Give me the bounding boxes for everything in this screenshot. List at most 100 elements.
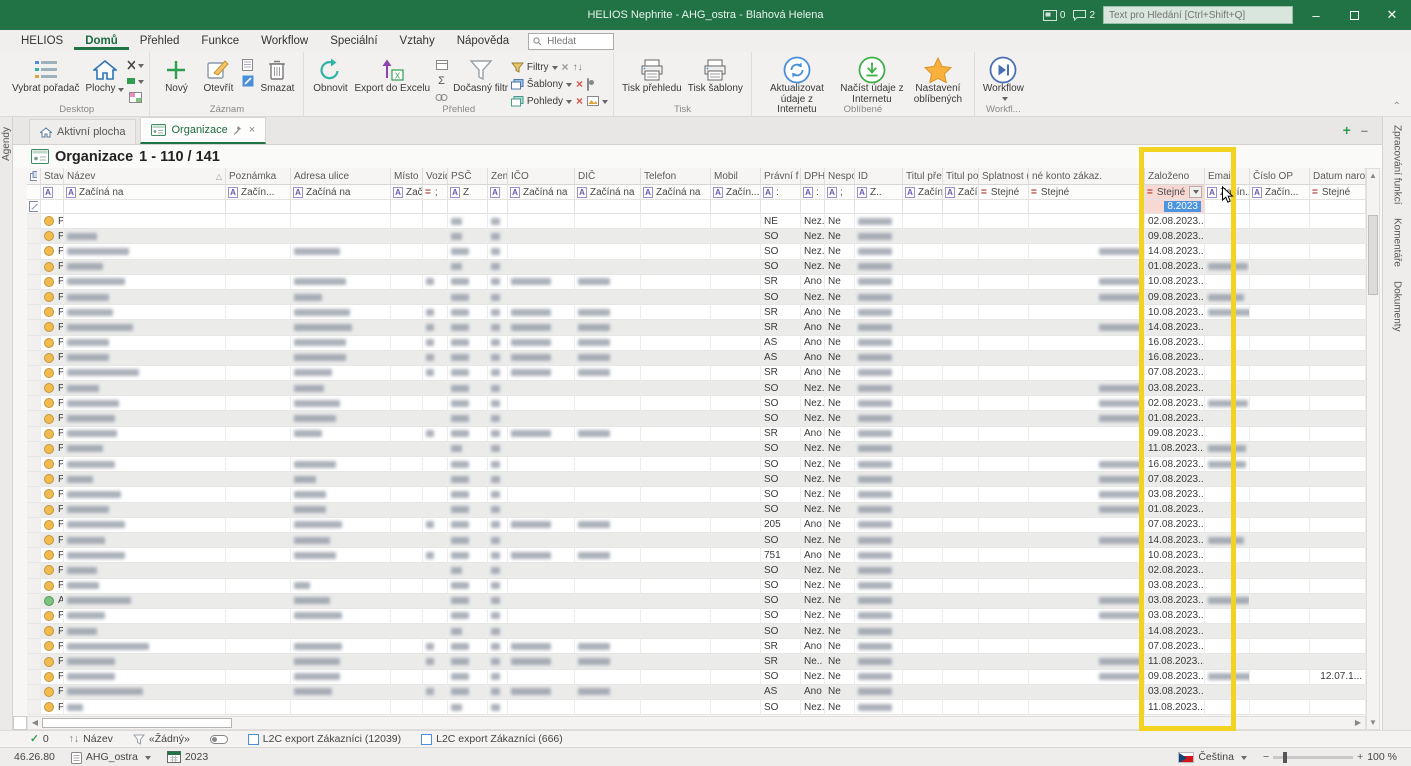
column-header-titul_po[interactable]: Titul po (943, 168, 979, 185)
checkbox-icon[interactable] (421, 734, 432, 745)
filter-type-id[interactable]: AZ.. (855, 185, 903, 200)
side-tab-dokumenty[interactable]: Dokumenty (1392, 281, 1403, 332)
column-header-adresa[interactable]: Adresa ulice (291, 168, 391, 185)
menu-item-funkce[interactable]: Funkce (190, 35, 250, 47)
side-tab-zpracov-n-funkc-[interactable]: Zpracování funkcí (1392, 125, 1403, 204)
filter-type-psc[interactable]: AZ (448, 185, 488, 200)
filter-value-splatnost[interactable] (979, 200, 1029, 214)
column-header-ico[interactable]: IČO (508, 168, 575, 185)
filter-type-ico[interactable]: AZačíná na (508, 185, 575, 200)
column-header-dic[interactable]: DIČ (575, 168, 641, 185)
record-edit-button[interactable] (239, 74, 256, 88)
filter-value-pravni[interactable] (761, 200, 801, 214)
column-header-mobil[interactable]: Mobil (711, 168, 761, 185)
filter-type-titul_po[interactable]: AZačín... (943, 185, 979, 200)
table-row[interactable]: PSONez..Ne02.08.2023... (27, 396, 1366, 411)
notifications-indicator[interactable]: 0 (1043, 10, 1066, 21)
table-row[interactable]: PSRAnoNe09.08.2023... (27, 427, 1366, 442)
delete-template-button[interactable]: × (576, 77, 583, 91)
vybrat-poradac-button[interactable]: Vybrat pořadač (9, 55, 82, 96)
filter-value-adresa[interactable] (291, 200, 391, 214)
column-header-dph[interactable]: DPH (801, 168, 825, 185)
column-header-stav[interactable]: Stav (41, 168, 64, 185)
zoom-control[interactable]: − + 100 % (1263, 751, 1397, 763)
column-header-titul_pred[interactable]: Titul před (903, 168, 943, 185)
table-row[interactable]: PSRAnoNe07.08.2023... (27, 639, 1366, 654)
add-tab-button[interactable]: + (1343, 122, 1351, 138)
menu-item-přehled[interactable]: Přehled (129, 35, 191, 47)
scroll-right-icon[interactable]: ▶ (1351, 717, 1365, 729)
table-row[interactable]: PSONez..Ne07.08.2023... (27, 472, 1366, 487)
desktop-tools-button[interactable] (127, 58, 144, 72)
menu-item-workflow[interactable]: Workflow (250, 35, 319, 47)
table-row[interactable]: PSRAnoNe10.08.2023... (27, 305, 1366, 320)
nastaveni-oblibenych-button[interactable]: Nastavení oblíbených (907, 55, 969, 106)
filter-value-zen[interactable] (488, 200, 508, 214)
workflow-button[interactable]: Workflow (980, 55, 1027, 103)
maximize-button[interactable] (1339, 2, 1369, 28)
filter-type-mobil[interactable]: AZačín... (711, 185, 761, 200)
filter-type-poznamka[interactable]: AZačín... (226, 185, 291, 200)
column-header-email[interactable]: Email (1205, 168, 1250, 185)
column-header-datum[interactable]: Datum naroz (1310, 168, 1366, 185)
messages-indicator[interactable]: 2 (1073, 10, 1095, 21)
table-row[interactable]: PSRAnoNe07.08.2023... (27, 366, 1366, 381)
menu-item-vztahy[interactable]: Vztahy (389, 35, 446, 47)
filter-type-dic[interactable]: AZačíná na (575, 185, 641, 200)
scroll-down-icon[interactable]: ▼ (1367, 716, 1379, 729)
pin-icon[interactable] (233, 125, 242, 135)
filter-value-stav[interactable] (41, 200, 64, 214)
scroll-up-icon[interactable]: ▲ (1367, 169, 1379, 182)
filter-value-ico[interactable] (508, 200, 575, 214)
ribbon-search-box[interactable] (528, 33, 614, 50)
desktop-color-button[interactable] (127, 74, 144, 88)
global-search-input[interactable] (1103, 6, 1293, 24)
table-row[interactable]: P751AnoNe10.08.2023... (27, 548, 1366, 563)
grid-view-button[interactable] (433, 58, 450, 72)
sort-settings-button[interactable]: ↑↓ (573, 62, 583, 73)
table-row[interactable]: P205AnoNe07.08.2023... (27, 518, 1366, 533)
filter-value-dic[interactable] (575, 200, 641, 214)
filter-type-email[interactable]: AZačín... (1205, 185, 1250, 200)
close-button[interactable]: ✕ (1377, 2, 1407, 28)
filter-value-konto[interactable] (1029, 200, 1145, 214)
filter-value-datum[interactable] (1310, 200, 1366, 214)
filter-status[interactable]: «Žádný» (133, 733, 190, 745)
column-header-nazev[interactable]: Název△ (64, 168, 226, 185)
filter-value-zalozeno[interactable]: 8.2023 (1145, 200, 1205, 214)
table-row[interactable]: PSRNe..Ne11.08.2023... (27, 654, 1366, 669)
column-header-vozidla[interactable]: Vozidla (423, 168, 448, 185)
zoom-in-icon[interactable]: + (1357, 751, 1363, 763)
plochy-button[interactable]: Plochy (82, 55, 127, 96)
side-tab-koment-e[interactable]: Komentáře (1392, 218, 1403, 267)
column-header-misto[interactable]: Místo (391, 168, 423, 185)
column-header-nespol[interactable]: Nespol (825, 168, 855, 185)
table-row[interactable]: PASAnoNe03.08.2023... (27, 685, 1366, 700)
language-selector[interactable]: Čeština (1178, 751, 1247, 763)
table-row[interactable]: PSRAnoNe14.08.2023... (27, 320, 1366, 335)
job-l2c-1[interactable]: L2C export Zákazníci (12039) (248, 733, 401, 745)
column-header-konto[interactable]: né konto zákaz. (1029, 168, 1145, 185)
filter-type-adresa[interactable]: AZačíná na (291, 185, 391, 200)
table-row[interactable]: PSONez..Ne01.08.2023... (27, 411, 1366, 426)
filter-value-nazev[interactable] (64, 200, 226, 214)
tisk-sablony-button[interactable]: Tisk šablony (685, 55, 746, 96)
vertical-scrollbar[interactable]: ▲ ▼ (1366, 168, 1380, 730)
menu-item-speciální[interactable]: Speciální (319, 35, 388, 47)
table-row[interactable]: PSONez..Ne14.08.2023... (27, 624, 1366, 639)
column-header-cislo_op[interactable]: Číslo OP (1250, 168, 1310, 185)
tab-close-icon[interactable]: × (249, 124, 255, 136)
table-row[interactable]: PSONez..Ne14.08.2023... (27, 244, 1366, 259)
column-header-pravni[interactable]: Právní f (761, 168, 801, 185)
export-excel-button[interactable]: X Export do Excelu (351, 55, 433, 96)
filter-type-zen[interactable]: A (488, 185, 508, 200)
agendy-tab[interactable]: Agendy (1, 127, 12, 161)
filter-value-psc[interactable] (448, 200, 488, 214)
filter-value-nespol[interactable] (825, 200, 855, 214)
filter-type-dph[interactable]: A: (801, 185, 825, 200)
checkbox-icon[interactable] (248, 734, 259, 745)
filter-type-datum[interactable]: =Stejné (1310, 185, 1366, 200)
table-row[interactable]: PSONez..Ne09.08.2023... (27, 290, 1366, 305)
filter-type-cislo_op[interactable]: AZačín... (1250, 185, 1310, 200)
column-header-zen[interactable]: Zen (488, 168, 508, 185)
